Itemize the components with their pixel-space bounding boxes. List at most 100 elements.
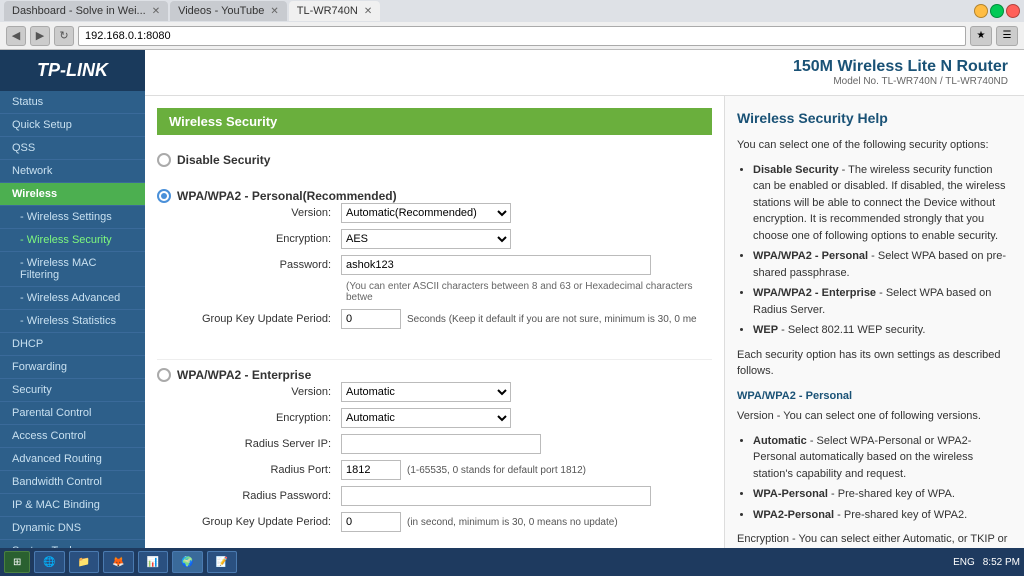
ent-group-key-input[interactable] — [341, 512, 401, 532]
page-area: 150M Wireless Lite N Router Model No. TL… — [145, 50, 1024, 576]
help-wpa-personal-li: WPA-Personal - Pre-shared key of WPA. — [753, 486, 1012, 503]
password-input[interactable] — [341, 255, 651, 275]
wpa-personal-option[interactable]: WPA/WPA2 - Personal(Recommended) — [157, 189, 397, 203]
help-panel: Wireless Security Help You can select on… — [724, 96, 1024, 576]
sidebar-item-access[interactable]: Access Control — [0, 425, 145, 448]
disable-security-label: Disable Security — [177, 153, 270, 167]
radius-ip-label: Radius Server IP: — [181, 438, 341, 450]
start-button[interactable]: ⊞ — [4, 551, 30, 573]
page-title: Wireless Security — [157, 108, 712, 135]
taskbar-chrome[interactable]: 🌍 — [172, 551, 202, 573]
help-item-wpa-enterprise: WPA/WPA2 - Enterprise - Select WPA based… — [753, 285, 1012, 318]
taskbar-right: ENG 8:52 PM — [953, 557, 1020, 568]
radius-pwd-label: Radius Password: — [181, 490, 341, 502]
ent-group-key-label: Group Key Update Period: — [181, 516, 341, 528]
wpa-personal-radio[interactable] — [157, 189, 171, 203]
help-wpa2-personal-li: WPA2-Personal - Pre-shared key of WPA2. — [753, 507, 1012, 524]
ent-encryption-row: Encryption: Automatic TKIP AES — [181, 408, 651, 428]
maximize-button[interactable] — [990, 4, 1004, 18]
ent-encryption-select[interactable]: Automatic TKIP AES — [341, 408, 511, 428]
sidebar-item-forwarding[interactable]: Forwarding — [0, 356, 145, 379]
taskbar-firefox[interactable]: 🦊 — [103, 551, 133, 573]
forward-button[interactable]: ▶ — [30, 26, 50, 46]
content-split: Wireless Security Disable Security WPA/W… — [145, 96, 1024, 576]
sidebar-item-wireless-settings[interactable]: - Wireless Settings — [0, 206, 145, 229]
sidebar-item-bandwidth[interactable]: Bandwidth Control — [0, 471, 145, 494]
group-key-note: Seconds (Keep it default if you are not … — [407, 314, 697, 325]
group-key-label: Group Key Update Period: — [181, 313, 341, 325]
window-controls — [974, 4, 1020, 18]
ent-group-key-note: (in second, minimum is 30, 0 means no up… — [407, 517, 618, 528]
help-item-wep: WEP - Select 802.11 WEP security. — [753, 322, 1012, 339]
wpa-enterprise-radio[interactable] — [157, 368, 171, 382]
help-version: Version - You can select one of followin… — [737, 408, 1012, 425]
ent-version-row: Version: Automatic WPA WPA2 — [181, 382, 651, 402]
tab-router[interactable]: TL-WR740N ✕ — [289, 1, 381, 21]
ent-version-select[interactable]: Automatic WPA WPA2 — [341, 382, 511, 402]
disable-security-option[interactable]: Disable Security — [157, 153, 270, 167]
radius-pwd-row: Radius Password: — [181, 486, 651, 506]
sidebar-item-dhcp[interactable]: DHCP — [0, 333, 145, 356]
wpa-enterprise-label: WPA/WPA2 - Enterprise — [177, 368, 311, 382]
version-row: Version: Automatic(Recommended) WPA-Pers… — [181, 203, 712, 223]
close-button[interactable] — [1006, 4, 1020, 18]
router-model: Model No. TL-WR740N / TL-WR740ND — [793, 76, 1008, 87]
disable-security-radio[interactable] — [157, 153, 171, 167]
help-version-list: Automatic - Select WPA-Personal or WPA2-… — [753, 433, 1012, 524]
help-item-disable: Disable Security - The wireless security… — [753, 162, 1012, 245]
sidebar-item-network[interactable]: Network — [0, 160, 145, 183]
radius-port-input[interactable] — [341, 460, 401, 480]
ent-version-label: Version: — [181, 386, 341, 398]
reload-button[interactable]: ↻ — [54, 26, 74, 46]
address-bar[interactable] — [78, 26, 966, 46]
back-button[interactable]: ◀ — [6, 26, 26, 46]
main-panel: Wireless Security Disable Security WPA/W… — [145, 96, 724, 576]
group-key-row: Group Key Update Period: Seconds (Keep i… — [181, 309, 712, 329]
ent-encryption-label: Encryption: — [181, 412, 341, 424]
browser-toolbar: ◀ ▶ ↻ ★ ☰ — [0, 22, 1024, 50]
radius-ip-row: Radius Server IP: — [181, 434, 651, 454]
sidebar-item-ip-mac[interactable]: IP & MAC Binding — [0, 494, 145, 517]
radius-pwd-input[interactable] — [341, 486, 651, 506]
sidebar-item-wireless[interactable]: Wireless — [0, 183, 145, 206]
taskbar-ie[interactable]: 🌐 — [34, 551, 64, 573]
settings-button[interactable]: ☰ — [996, 26, 1018, 46]
sidebar-item-dns[interactable]: Dynamic DNS — [0, 517, 145, 540]
taskbar-time: 8:52 PM — [983, 557, 1020, 568]
wpa-enterprise-section: WPA/WPA2 - Enterprise Version: Automatic… — [157, 359, 712, 552]
sidebar: TP-LINK Status Quick Setup QSS Network W… — [0, 50, 145, 576]
bookmark-button[interactable]: ★ — [970, 26, 992, 46]
encryption-select[interactable]: AES TKIP Automatic — [341, 229, 511, 249]
tab-close-dashboard[interactable]: ✕ — [152, 6, 160, 17]
wpa-personal-label: WPA/WPA2 - Personal(Recommended) — [177, 189, 397, 203]
sidebar-item-routing[interactable]: Advanced Routing — [0, 448, 145, 471]
taskbar-app1[interactable]: 📊 — [138, 551, 168, 573]
sidebar-item-parental[interactable]: Parental Control — [0, 402, 145, 425]
version-select[interactable]: Automatic(Recommended) WPA-Personal WPA2… — [341, 203, 511, 223]
sidebar-header: TP-LINK — [0, 50, 145, 91]
router-header: 150M Wireless Lite N Router Model No. TL… — [145, 50, 1024, 96]
sidebar-item-quick-setup[interactable]: Quick Setup — [0, 114, 145, 137]
minimize-button[interactable] — [974, 4, 988, 18]
help-note: Each security option has its own setting… — [737, 347, 1012, 380]
tab-youtube[interactable]: Videos - YouTube ✕ — [170, 1, 287, 21]
title-bar: Dashboard - Solve in Wei... ✕ Videos - Y… — [0, 0, 1024, 22]
sidebar-item-wireless-mac[interactable]: - Wireless MAC Filtering — [0, 252, 145, 287]
tab-dashboard[interactable]: Dashboard - Solve in Wei... ✕ — [4, 1, 168, 21]
sidebar-item-wireless-security[interactable]: - Wireless Security — [0, 229, 145, 252]
sidebar-item-status[interactable]: Status — [0, 91, 145, 114]
taskbar-app2[interactable]: 📝 — [207, 551, 237, 573]
wpa-enterprise-option[interactable]: WPA/WPA2 - Enterprise — [157, 368, 311, 382]
tab-close-youtube[interactable]: ✕ — [270, 6, 278, 17]
router-title: 150M Wireless Lite N Router Model No. TL… — [793, 58, 1008, 87]
tab-close-router[interactable]: ✕ — [364, 6, 372, 17]
sidebar-item-wireless-advanced[interactable]: - Wireless Advanced — [0, 287, 145, 310]
password-label: Password: — [181, 259, 341, 271]
sidebar-item-wireless-stats[interactable]: - Wireless Statistics — [0, 310, 145, 333]
group-key-input[interactable] — [341, 309, 401, 329]
taskbar-folder[interactable]: 📁 — [69, 551, 99, 573]
encryption-row: Encryption: AES TKIP Automatic — [181, 229, 712, 249]
sidebar-item-qss[interactable]: QSS — [0, 137, 145, 160]
radius-ip-input[interactable] — [341, 434, 541, 454]
sidebar-item-security[interactable]: Security — [0, 379, 145, 402]
